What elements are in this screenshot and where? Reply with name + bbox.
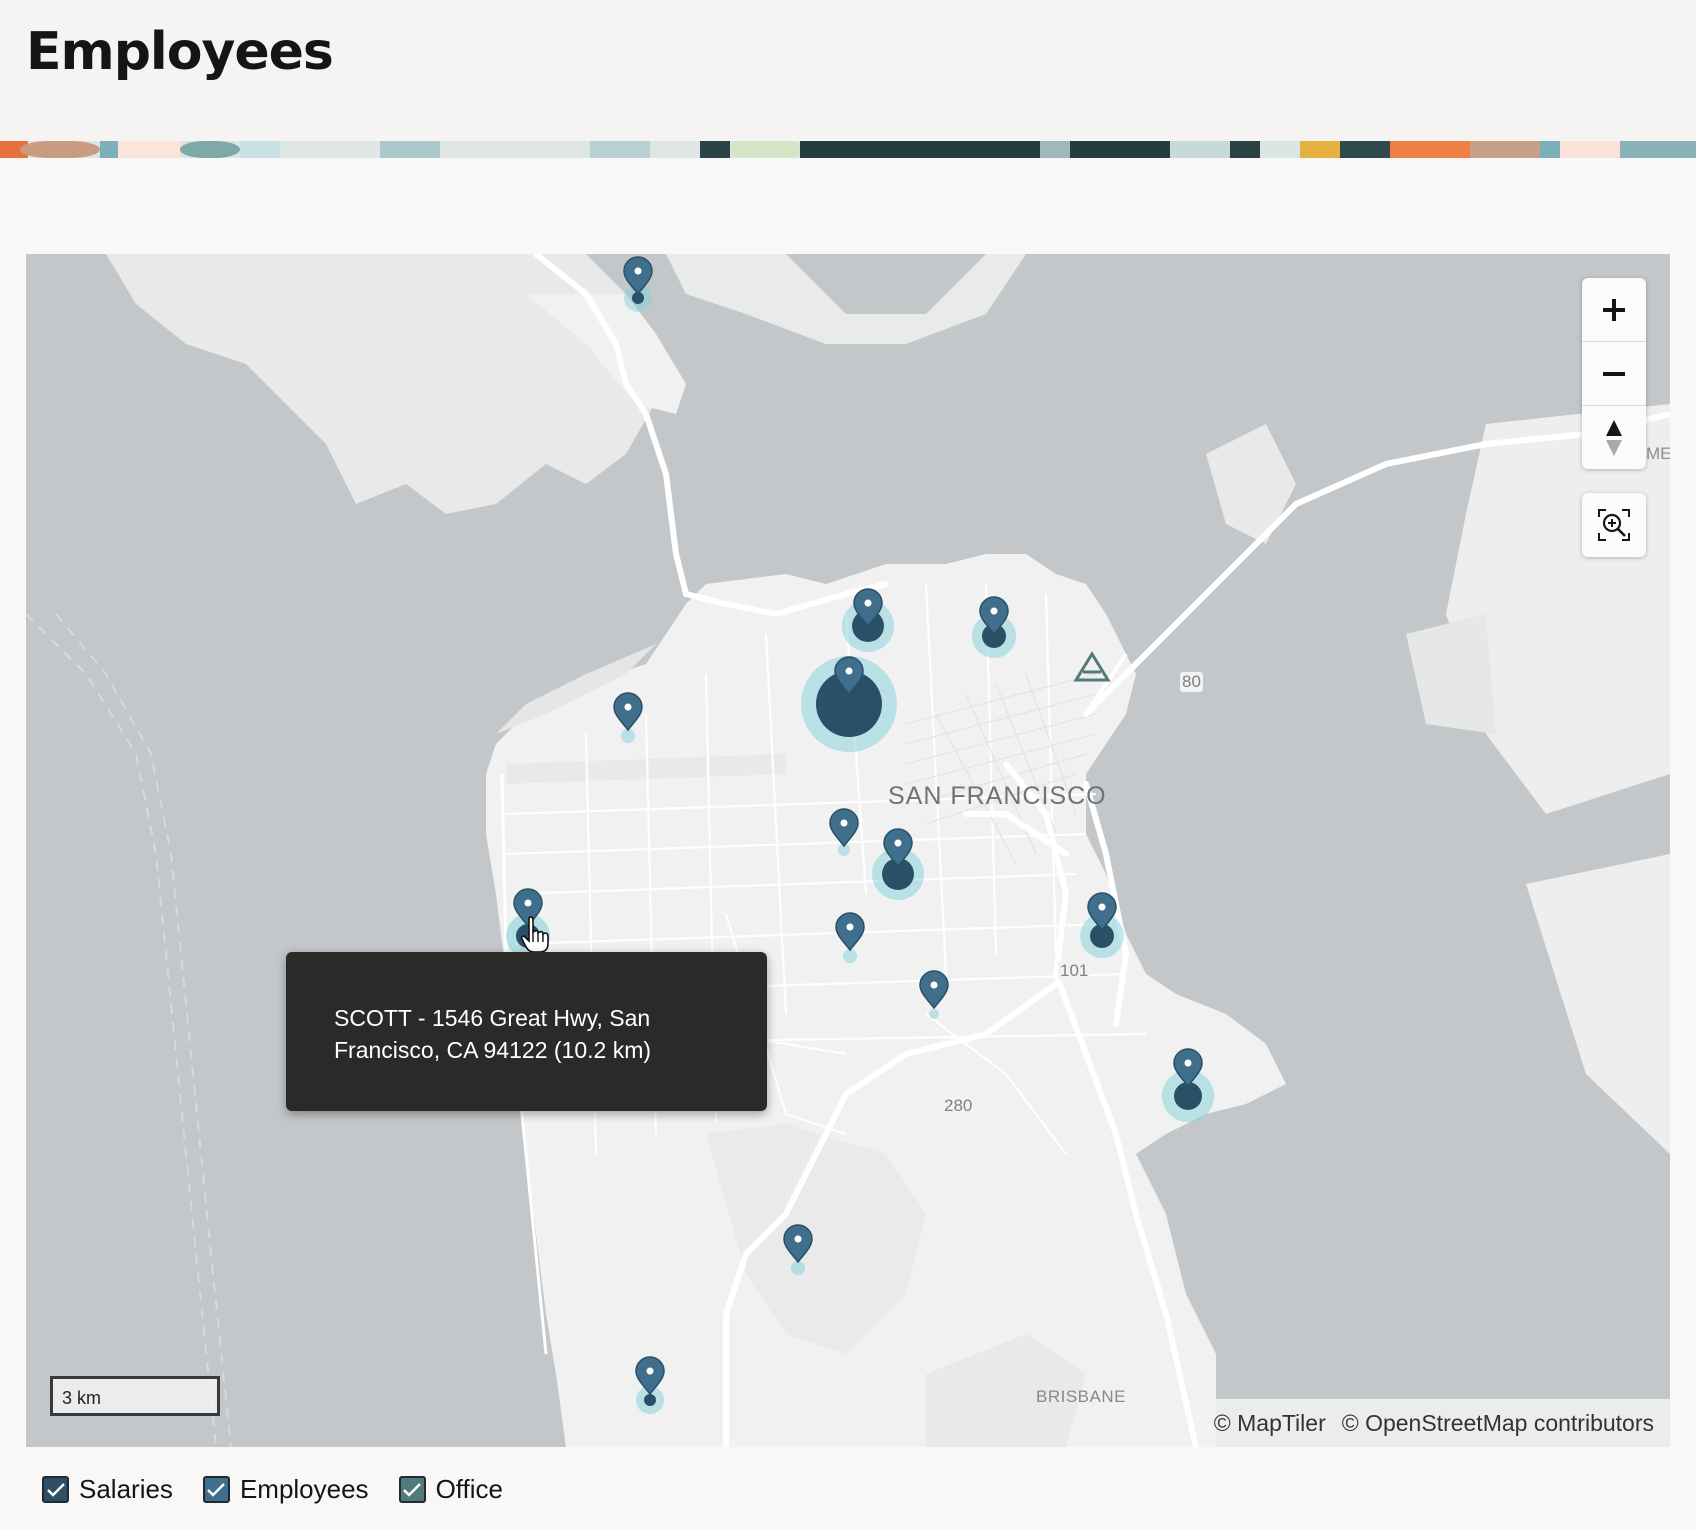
plus-icon xyxy=(1603,298,1625,321)
legend-item-salaries[interactable]: Salaries xyxy=(42,1474,173,1505)
legend-item-office[interactable]: Office xyxy=(398,1474,503,1505)
zoom-extent-icon xyxy=(1598,509,1630,541)
map-view[interactable]: SAN FRANCISCO 80 101 280 BRISBANE MEF xyxy=(26,254,1670,1447)
legend-label-salaries: Salaries xyxy=(79,1474,173,1504)
legend-item-employees[interactable]: Employees xyxy=(202,1474,369,1505)
employee-marker[interactable] xyxy=(1080,892,1124,958)
employee-marker[interactable] xyxy=(608,692,648,743)
map-attribution: © MapTiler © OpenStreetMap contributors xyxy=(1197,1399,1670,1447)
employee-marker[interactable] xyxy=(801,654,897,754)
hand-cursor-icon xyxy=(520,916,550,954)
osm-attribution-link[interactable]: © OpenStreetMap contributors xyxy=(1342,1410,1654,1437)
page-title: Employees xyxy=(26,22,334,82)
employees-checkbox[interactable] xyxy=(202,1476,230,1503)
employee-marker[interactable] xyxy=(1162,1048,1214,1122)
zoom-to-fit-button[interactable] xyxy=(1582,493,1646,557)
legend-label-employees: Employees xyxy=(239,1474,369,1504)
employee-marker[interactable] xyxy=(824,808,864,856)
employee-marker[interactable] xyxy=(872,828,924,900)
office-checkbox[interactable] xyxy=(398,1476,426,1503)
minus-icon xyxy=(1603,371,1625,376)
tooltip-line-2: Francisco, CA 94122 (10.2 km) xyxy=(334,1037,652,1063)
compass-icon xyxy=(1606,419,1622,456)
employee-marker[interactable] xyxy=(914,970,954,1022)
town-label-brisbane: BRISBANE xyxy=(1036,1387,1126,1406)
maptiler-attribution-link[interactable]: © MapTiler xyxy=(1214,1410,1326,1437)
employee-marker[interactable] xyxy=(972,596,1016,658)
highway-label-280: 280 xyxy=(942,1096,975,1116)
checkmark-icon xyxy=(46,1482,65,1497)
highway-label-101: 101 xyxy=(1058,961,1091,981)
employee-marker[interactable] xyxy=(630,1356,670,1414)
highway-label-80: 80 xyxy=(1180,672,1203,692)
tooltip-line-1: SCOTT - 1546 Great Hwy, San xyxy=(334,1005,651,1031)
edge-place-label: MEF xyxy=(1646,444,1670,463)
checkmark-icon xyxy=(207,1482,226,1497)
salaries-checkbox[interactable] xyxy=(42,1476,69,1503)
zoom-in-button[interactable] xyxy=(1582,278,1646,342)
employee-marker[interactable] xyxy=(842,588,894,652)
legend-label-office: Office xyxy=(435,1474,503,1504)
page-header: Employees xyxy=(0,0,1696,141)
zoom-out-button[interactable] xyxy=(1582,342,1646,406)
map-scale-bar: 3 km xyxy=(50,1376,220,1416)
map-navigation-controls xyxy=(1582,278,1646,469)
layer-legend: Salaries Employees Office xyxy=(42,1474,503,1505)
city-label: SAN FRANCISCO xyxy=(888,782,1107,810)
decorative-banner xyxy=(0,141,1696,158)
compass-button[interactable] xyxy=(1582,406,1646,469)
marker-tooltip: SCOTT - 1546 Great Hwy, San Francisco, C… xyxy=(286,952,767,1111)
employee-marker[interactable] xyxy=(778,1224,818,1276)
employee-marker[interactable] xyxy=(618,256,658,312)
employee-marker[interactable] xyxy=(830,912,870,966)
checkmark-icon xyxy=(403,1482,421,1497)
